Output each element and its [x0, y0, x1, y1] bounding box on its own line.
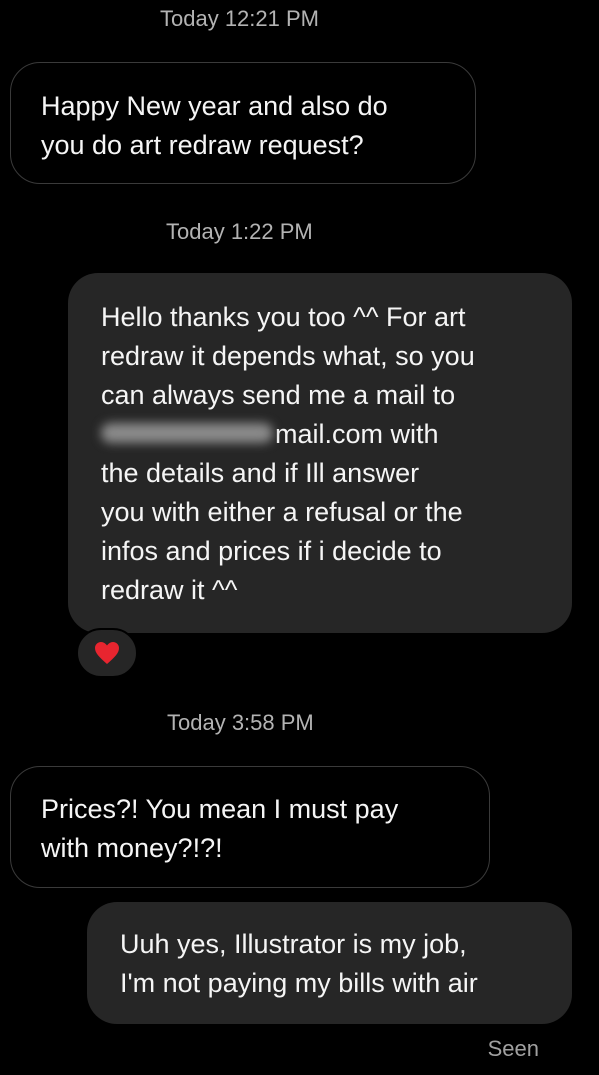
message-text-line: redraw it depends what, so you [101, 341, 475, 371]
message-text-line: can always send me a mail to [101, 380, 456, 410]
message-text-line: you with either a refusal or the [101, 497, 463, 527]
heart-icon [95, 642, 119, 664]
incoming-message-bubble[interactable]: Prices?! You mean I must pay with money?… [10, 766, 490, 888]
outgoing-message-bubble[interactable]: Hello thanks you too ^^ For art redraw i… [68, 273, 572, 633]
message-timestamp: Today 3:58 PM [167, 710, 314, 735]
message-text-line: Prices?! You mean I must pay [41, 794, 399, 824]
message-timestamp: Today 12:21 PM [160, 6, 319, 31]
message-timestamp: Today 1:22 PM [166, 219, 313, 244]
message-text-line: Happy New year and also do [41, 91, 388, 121]
outgoing-message-bubble[interactable]: Uuh yes, Illustrator is my job, I'm not … [87, 902, 572, 1024]
message-text-line: Hello thanks you too ^^ For art [101, 302, 466, 332]
redacted-email-blur [101, 422, 273, 443]
message-text-line: I'm not paying my bills with air [120, 968, 478, 998]
message-text-line: the details and if Ill answer [101, 458, 420, 488]
message-text-line: with money?!?! [41, 833, 223, 863]
message-reaction[interactable] [76, 628, 138, 678]
message-text-line-email: mail.com with [101, 415, 572, 454]
email-domain-text: mail.com with [275, 419, 439, 449]
incoming-message-bubble[interactable]: Happy New year and also do you do art re… [10, 62, 476, 184]
message-text-line: infos and prices if i decide to [101, 536, 442, 566]
message-text-line: Uuh yes, Illustrator is my job, [120, 929, 467, 959]
message-text-line: you do art redraw request? [41, 130, 364, 160]
message-text-line: redraw it ^^ [101, 575, 238, 605]
seen-receipt: Seen [487, 1036, 539, 1061]
